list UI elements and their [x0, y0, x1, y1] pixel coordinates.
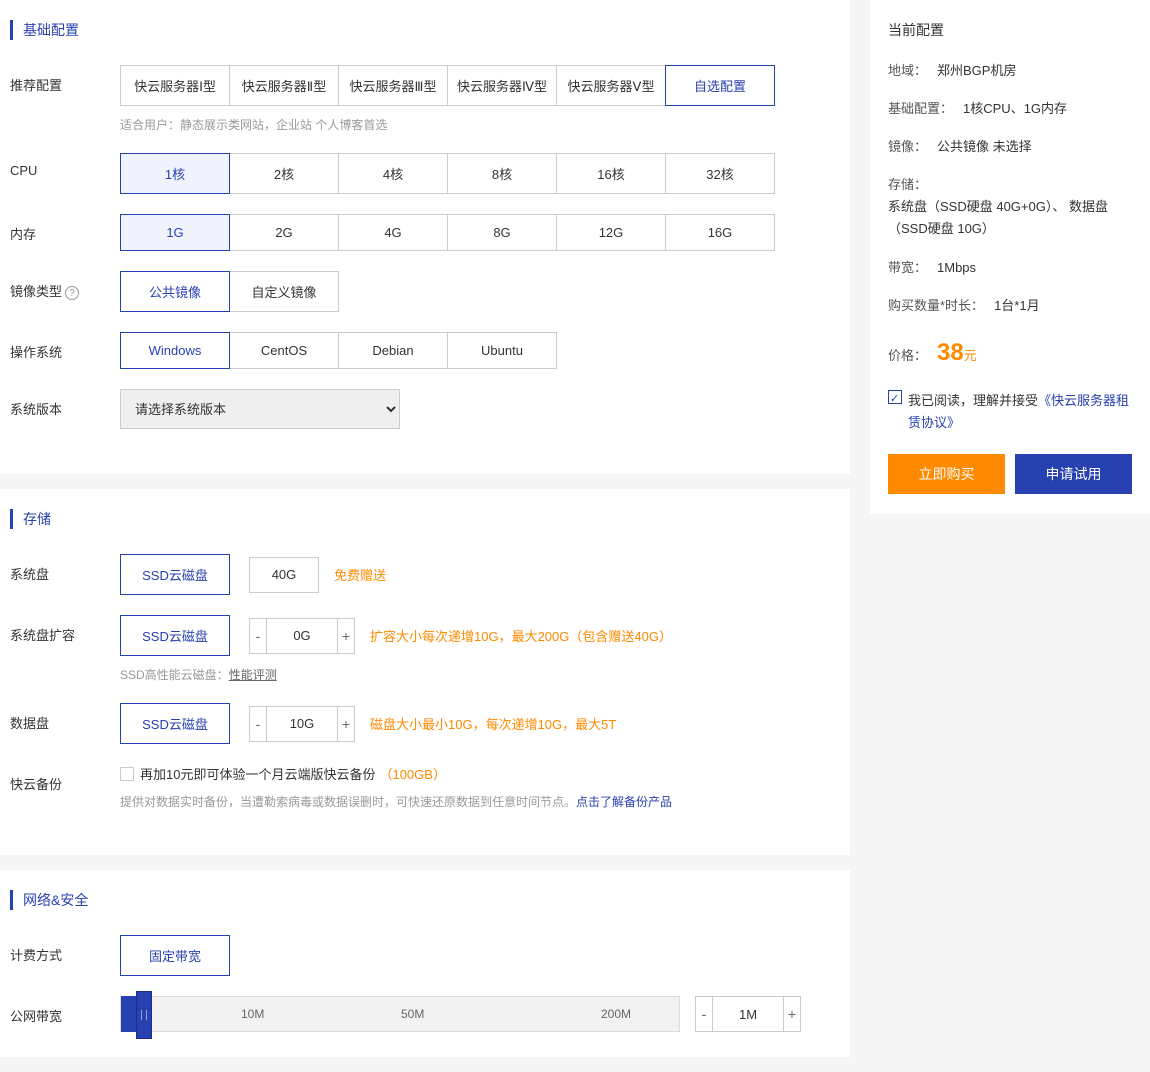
mem-opt-1[interactable]: 1G	[120, 214, 230, 251]
help-icon[interactable]: ?	[65, 286, 79, 300]
imgtype-label: 镜像类型?	[10, 271, 120, 300]
cpu-opt-32[interactable]: 32核	[665, 153, 775, 194]
cpu-opt-16[interactable]: 16核	[556, 153, 666, 194]
mem-opt-16[interactable]: 16G	[665, 214, 775, 251]
sysdisk-note: 免费赠送	[334, 565, 386, 584]
rec-opt-3[interactable]: 快云服务器Ⅲ型	[338, 65, 448, 106]
imgtype-public[interactable]: 公共镜像	[120, 271, 230, 312]
section-title-storage: 存储	[10, 509, 830, 529]
agree-checkbox[interactable]	[888, 390, 902, 404]
rec-opt-2[interactable]: 快云服务器Ⅱ型	[229, 65, 339, 106]
side-storage: 系统盘（SSD硬盘 40G+0G）、 数据盘（SSD硬盘 10G）	[888, 196, 1132, 240]
mem-opt-4[interactable]: 4G	[338, 214, 448, 251]
datadisk-label: 数据盘	[10, 703, 120, 732]
mem-opt-12[interactable]: 12G	[556, 214, 666, 251]
backup-hint: 提供对数据实时备份，当遭勒索病毒或数据误删时，可快速还原数据到任意时间节点。点击…	[120, 793, 830, 810]
imgtype-custom[interactable]: 自定义镜像	[229, 271, 339, 312]
billing-opt[interactable]: 固定带宽	[120, 935, 230, 976]
bw-tick-200: 200M	[601, 1007, 631, 1021]
side-basic: 1核CPU、1G内存	[963, 98, 1067, 120]
backup-checkbox[interactable]	[120, 767, 134, 781]
datadisk-val[interactable]: 10G	[267, 706, 337, 742]
mem-opt-2[interactable]: 2G	[229, 214, 339, 251]
datadisk-plus[interactable]: +	[337, 706, 355, 742]
rec-label: 推荐配置	[10, 65, 120, 94]
perf-link[interactable]: 性能评测	[229, 668, 277, 682]
section-title-basic: 基础配置	[10, 20, 830, 40]
mem-label: 内存	[10, 214, 120, 243]
side-qty: 1台*1月	[994, 295, 1040, 317]
bw-slider[interactable]: 10M 50M 200M	[120, 996, 680, 1032]
sysver-label: 系统版本	[10, 389, 120, 418]
rec-opt-1[interactable]: 快云服务器Ⅰ型	[120, 65, 230, 106]
side-image: 公共镜像 未选择	[937, 136, 1032, 158]
cpu-label: CPU	[10, 153, 120, 178]
sysext-label: 系统盘扩容	[10, 615, 120, 644]
bw-tick-10: 10M	[241, 1007, 264, 1021]
rec-opt-5[interactable]: 快云服务器Ⅴ型	[556, 65, 666, 106]
rec-opt-custom[interactable]: 自选配置	[665, 65, 775, 106]
os-centos[interactable]: CentOS	[229, 332, 339, 369]
bw-tick-50: 50M	[401, 1007, 424, 1021]
side-bw: 1Mbps	[937, 257, 976, 279]
sidebar: 当前配置 地域：郑州BGP机房 基础配置：1核CPU、1G内存 镜像：公共镜像 …	[870, 0, 1150, 514]
bw-plus[interactable]: +	[783, 996, 801, 1032]
sysext-note: 扩容大小每次递增10G，最大200G（包含赠送40G）	[370, 626, 672, 645]
cpu-opt-1[interactable]: 1核	[120, 153, 230, 194]
backup-amt: （100GB）	[379, 764, 445, 783]
bw-handle[interactable]	[136, 991, 152, 1039]
datadisk-note: 磁盘大小最小10G，每次递增10G，最大5T	[370, 714, 616, 733]
datadisk-minus[interactable]: -	[249, 706, 267, 742]
backup-text: 再加10元即可体验一个月云端版快云备份	[140, 764, 375, 783]
sysdisk-size: 40G	[249, 557, 319, 593]
rec-opt-4[interactable]: 快云服务器Ⅳ型	[447, 65, 557, 106]
bw-label: 公网带宽	[10, 996, 120, 1025]
sysext-perf: SSD高性能云磁盘：性能评测	[120, 666, 830, 683]
side-price: 38	[937, 333, 964, 374]
sysext-type[interactable]: SSD云磁盘	[120, 615, 230, 656]
side-region: 郑州BGP机房	[937, 60, 1016, 82]
trial-button[interactable]: 申请试用	[1015, 454, 1132, 494]
buy-button[interactable]: 立即购买	[888, 454, 1005, 494]
billing-label: 计费方式	[10, 935, 120, 964]
os-windows[interactable]: Windows	[120, 332, 230, 369]
cpu-opt-2[interactable]: 2核	[229, 153, 339, 194]
backup-label: 快云备份	[10, 764, 120, 793]
sysext-val[interactable]: 0G	[267, 618, 337, 654]
sysver-select[interactable]: 请选择系统版本	[120, 389, 400, 429]
sysdisk-type[interactable]: SSD云磁盘	[120, 554, 230, 595]
cpu-opt-4[interactable]: 4核	[338, 153, 448, 194]
cpu-opt-8[interactable]: 8核	[447, 153, 557, 194]
datadisk-type[interactable]: SSD云磁盘	[120, 703, 230, 744]
bw-val[interactable]: 1M	[713, 996, 783, 1032]
os-debian[interactable]: Debian	[338, 332, 448, 369]
backup-link[interactable]: 点击了解备份产品	[576, 795, 672, 809]
sysext-minus[interactable]: -	[249, 618, 267, 654]
sysext-plus[interactable]: +	[337, 618, 355, 654]
bw-minus[interactable]: -	[695, 996, 713, 1032]
side-title: 当前配置	[888, 20, 1132, 40]
os-ubuntu[interactable]: Ubuntu	[447, 332, 557, 369]
rec-hint: 适合用户：静态展示类网站，企业站 个人博客首选	[120, 116, 830, 133]
sysdisk-label: 系统盘	[10, 554, 120, 583]
section-title-network: 网络&安全	[10, 890, 830, 910]
os-label: 操作系统	[10, 332, 120, 361]
mem-opt-8[interactable]: 8G	[447, 214, 557, 251]
